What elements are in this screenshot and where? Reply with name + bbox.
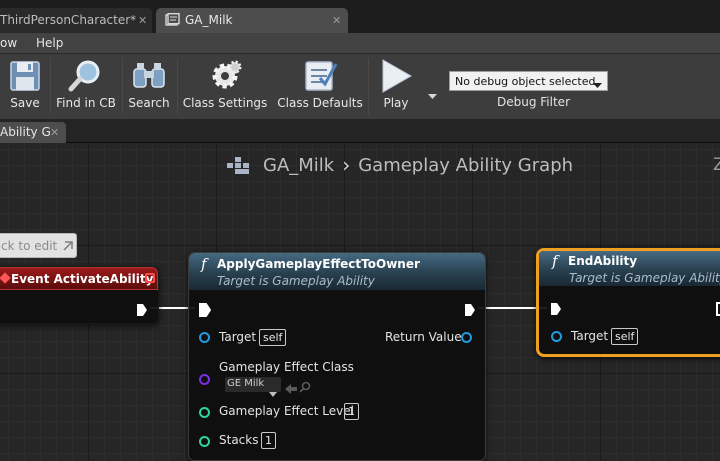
close-icon[interactable]: ✕ — [138, 14, 147, 27]
exec-output-pin[interactable] — [464, 302, 476, 321]
event-node-header: Event ActivateAbility — [0, 267, 158, 290]
effect-class-label: Gameplay Effect Class — [219, 360, 354, 374]
play-button[interactable]: Play — [373, 54, 419, 118]
menu-bar: ow Help — [0, 33, 720, 53]
stacks-label: Stacks — [219, 433, 259, 447]
binoculars-icon — [127, 56, 171, 96]
browse-search-icon[interactable] — [299, 378, 311, 397]
chevron-down-icon — [269, 382, 277, 401]
document-tab-strip: ThirdPersonCharacter* ✕ GA_Milk ✕ — [0, 0, 720, 33]
exec-output-pin[interactable] — [716, 301, 720, 320]
target-value[interactable]: self — [611, 328, 639, 345]
find-in-cb-button[interactable]: Find in CB — [53, 54, 119, 118]
target-label: Target — [571, 329, 609, 343]
return-value-pin[interactable] — [461, 332, 472, 343]
search-button[interactable]: Search — [126, 54, 172, 118]
toolbar-separator — [368, 58, 369, 114]
function-node-subtitle: Target is Gameplay Ability — [217, 274, 375, 288]
search-label: Search — [128, 96, 170, 110]
function-node-header: f EndAbility Target is Gameplay Ability — [539, 251, 720, 286]
menu-help[interactable]: Help — [36, 36, 63, 50]
function-node-subtitle: Target is Gameplay Ability — [569, 271, 720, 285]
end-ability-node[interactable]: f EndAbility Target is Gameplay Ability … — [536, 248, 720, 357]
effect-level-label: Gameplay Effect Level — [219, 404, 354, 418]
class-settings-button[interactable]: Class Settings — [182, 54, 268, 118]
exec-output-pin[interactable] — [136, 302, 148, 321]
play-options-chevron-down-icon[interactable] — [428, 85, 437, 104]
effect-level-pin[interactable] — [199, 407, 210, 418]
graph-tab-row: Ability G ✕ — [0, 119, 720, 143]
tab-third-person-character[interactable]: ThirdPersonCharacter* ✕ — [0, 8, 152, 33]
save-icon — [3, 56, 47, 96]
checklist-icon — [298, 56, 342, 96]
toolbar-separator — [177, 58, 178, 114]
delegate-pin-icon[interactable] — [145, 273, 155, 283]
find-in-cb-label: Find in CB — [56, 96, 116, 110]
target-value[interactable]: self — [259, 329, 287, 346]
exec-input-pin[interactable] — [199, 302, 212, 321]
chevron-down-icon — [593, 79, 602, 92]
close-icon[interactable]: ✕ — [50, 126, 59, 139]
magnifier-icon — [64, 56, 108, 96]
function-node-header: f ApplyGameplayEffectToOwner Target is G… — [189, 253, 485, 290]
return-value-label: Return Value — [385, 330, 462, 344]
use-selected-arrow-icon[interactable] — [285, 379, 297, 398]
save-label: Save — [10, 96, 40, 110]
class-defaults-label: Class Defaults — [277, 96, 363, 110]
function-node-title: EndAbility — [568, 254, 638, 268]
menu-window[interactable]: ow — [0, 36, 17, 50]
toolbar-separator — [122, 58, 123, 114]
toolbar: Save Find in CB Search Class Settings Cl… — [0, 53, 720, 119]
event-activate-ability-node[interactable]: Event ActivateAbility — [0, 266, 159, 324]
tab-ga-milk[interactable]: GA_Milk ✕ — [156, 8, 348, 33]
effect-class-pin[interactable] — [199, 374, 210, 385]
function-node-title: ApplyGameplayEffectToOwner — [217, 257, 420, 271]
effect-class-value: GE Milk — [227, 378, 265, 389]
effect-level-value[interactable]: 1 — [344, 403, 359, 420]
function-icon: f — [201, 255, 207, 273]
debug-select-value: No debug object selected — [455, 75, 596, 88]
play-icon — [374, 56, 418, 96]
blueprint-icon — [165, 12, 180, 30]
toolbar-separator — [50, 58, 51, 114]
target-label: Target — [219, 330, 257, 344]
event-diamond-icon — [0, 272, 11, 284]
save-button[interactable]: Save — [3, 54, 47, 118]
function-icon: f — [552, 252, 558, 270]
debug-filter-label: Debug Filter — [497, 95, 570, 109]
tab-label: ThirdPersonCharacter* — [0, 13, 137, 27]
stacks-value[interactable]: 1 — [261, 432, 276, 449]
gear-icon — [203, 56, 247, 96]
close-icon[interactable]: ✕ — [332, 14, 341, 27]
class-defaults-button[interactable]: Class Defaults — [276, 54, 364, 118]
target-pin[interactable] — [551, 331, 562, 342]
play-label: Play — [383, 96, 409, 110]
class-settings-label: Class Settings — [182, 96, 268, 110]
apply-gameplay-effect-node[interactable]: f ApplyGameplayEffectToOwner Target is G… — [188, 252, 486, 461]
tab-ability-graph[interactable]: Ability G ✕ — [0, 122, 66, 143]
exec-input-pin[interactable] — [550, 301, 562, 320]
graph-tab-label: Ability G — [0, 125, 51, 139]
stacks-pin[interactable] — [199, 436, 210, 447]
target-pin[interactable] — [199, 332, 210, 343]
debug-object-select[interactable]: No debug object selected — [449, 71, 608, 91]
event-node-title: Event ActivateAbility — [11, 272, 154, 286]
tab-label: GA_Milk — [185, 13, 233, 27]
graph-canvas[interactable]: GA_Milk › Gameplay Ability Graph Z ck to… — [0, 143, 720, 461]
effect-class-select[interactable]: GE Milk — [225, 377, 281, 397]
